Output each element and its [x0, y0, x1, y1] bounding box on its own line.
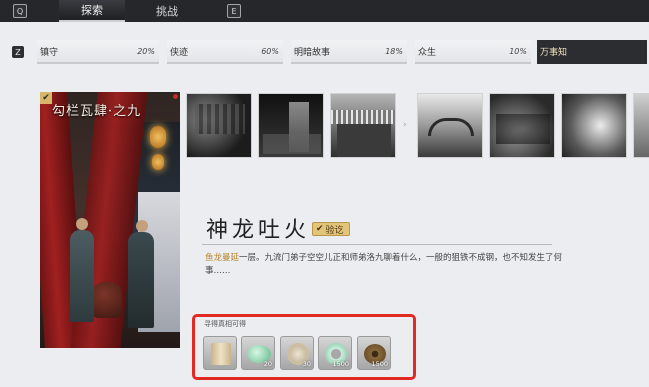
verified-label: 验讫: [325, 225, 344, 236]
category-xiaji[interactable]: 侠迹 60%: [167, 40, 283, 64]
reward-count: 30: [302, 360, 311, 368]
category-percent: 60%: [261, 46, 279, 56]
top-nav-bar: Q 探索 挑战 E: [0, 0, 649, 22]
title-divider: [202, 244, 552, 245]
story-thumbnail[interactable]: [633, 93, 649, 158]
thumbnail-separator: ›: [403, 120, 407, 130]
category-zhongsheng[interactable]: 众生 10%: [415, 40, 531, 64]
story-description: 鱼龙曼延一层。九流门弟子空空儿正和师弟洛九聊着什么，一般的狙铁不成钢，也不知发生…: [205, 252, 575, 278]
q-key-hint[interactable]: Q: [13, 4, 27, 18]
verified-badge: ✔ 验讫: [312, 222, 350, 236]
story-thumbnail[interactable]: [489, 93, 555, 158]
reward-count: 1500: [371, 360, 388, 368]
reward-item[interactable]: [203, 336, 237, 370]
scroll-icon: [211, 343, 231, 365]
category-bar: Z 镇守 20% 侠迹 60% 明暗故事 18% 众生 10% 万事知: [12, 40, 649, 64]
category-label: 镇守: [40, 47, 59, 58]
category-zhenshou[interactable]: 镇守 20%: [37, 40, 159, 64]
card-title: 勾栏瓦肆·之九: [52, 104, 142, 119]
description-text: 一层。九流门弟子空空儿正和师弟洛九聊着什么，一般的狙铁不成钢，也不知发生了何事……: [205, 253, 563, 276]
description-highlight: 鱼龙曼延: [205, 253, 240, 263]
category-label: 众生: [418, 47, 437, 58]
category-wanshizhi[interactable]: 万事知: [537, 40, 647, 64]
reward-item[interactable]: 1500: [318, 336, 352, 370]
category-mingan-stories[interactable]: 明暗故事 18%: [291, 40, 407, 64]
story-title: 神龙吐火: [206, 218, 311, 243]
featured-story-card[interactable]: ✔ 勾栏瓦肆·之九: [40, 92, 180, 348]
story-thumbnail[interactable]: [258, 93, 324, 158]
reward-item[interactable]: 1500: [357, 336, 391, 370]
reward-item[interactable]: 30: [280, 336, 314, 370]
new-badge-dot: [173, 94, 178, 99]
story-thumbnail[interactable]: [561, 93, 627, 158]
category-label: 明暗故事: [294, 47, 331, 58]
tab-challenge[interactable]: 挑战: [137, 0, 197, 22]
reward-item[interactable]: 20: [241, 336, 275, 370]
reward-count: 20: [263, 360, 272, 368]
completed-check-icon: ✔: [40, 92, 52, 104]
reward-count: 1500: [332, 360, 349, 368]
e-key-hint[interactable]: E: [227, 4, 241, 18]
story-thumbnail[interactable]: [330, 93, 396, 158]
category-percent: 20%: [137, 46, 155, 56]
tab-explore[interactable]: 探索: [59, 0, 125, 22]
story-thumbnail[interactable]: [417, 93, 483, 158]
check-icon: ✔: [316, 224, 324, 234]
category-label: 侠迹: [170, 47, 189, 58]
story-thumbnail[interactable]: [186, 93, 252, 158]
rewards-label: 寻得真相可得: [204, 320, 246, 328]
category-label: 万事知: [540, 47, 568, 58]
z-key-hint[interactable]: Z: [12, 46, 24, 58]
category-percent: 10%: [509, 46, 527, 56]
category-percent: 18%: [385, 46, 403, 56]
